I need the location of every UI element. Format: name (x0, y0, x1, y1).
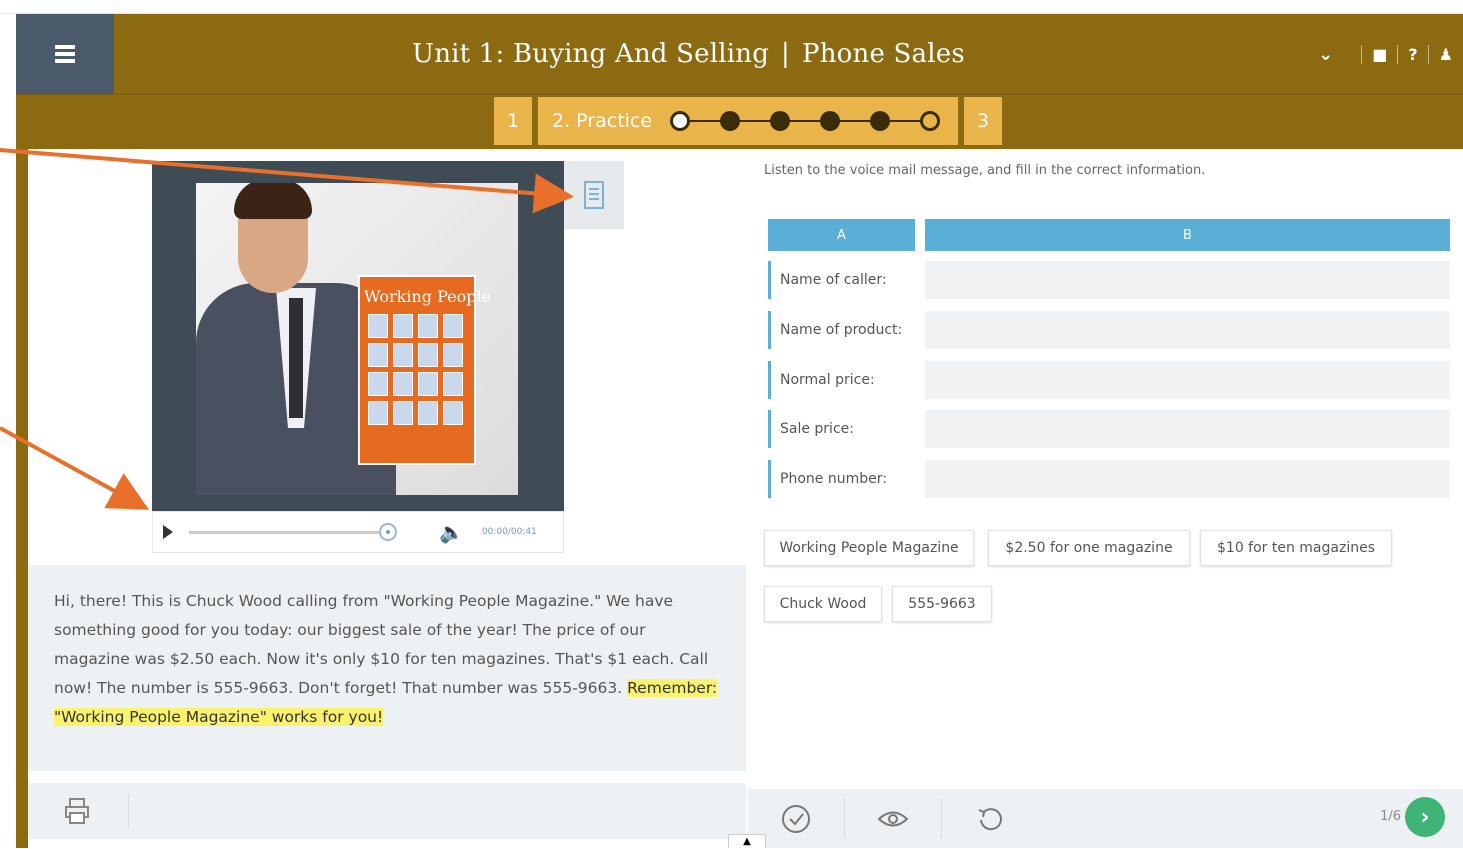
media-panel: Working People 🔈 00:00/00:41 Hi, there! … (28, 149, 746, 848)
header-icons: ⌄ ■ ? ♟ (1318, 14, 1463, 94)
window-top-strip (0, 0, 1463, 14)
person-hair (234, 183, 312, 219)
row-label: Name of caller: (768, 261, 915, 299)
undo-icon (978, 807, 1002, 830)
answer-chip[interactable]: Chuck Wood (764, 586, 882, 622)
transcript-body: Hi, there! This is Chuck Wood calling fr… (54, 592, 709, 697)
transcript-icon (584, 181, 604, 209)
unit-title: Unit 1: Buying And Selling (412, 39, 770, 69)
column-a-header: A (768, 219, 915, 251)
play-icon[interactable] (163, 525, 173, 539)
help-icon[interactable]: ? (1397, 44, 1427, 64)
row-label: Normal price: (768, 361, 915, 399)
seek-handle[interactable] (379, 522, 397, 541)
step-2-label: 2. Practice (552, 110, 653, 132)
step-2-tab[interactable]: 2. Practice (538, 97, 958, 145)
row-label: Phone number: (768, 460, 915, 498)
time-display: 00:00/00:41 (481, 527, 537, 537)
user-icon[interactable]: ♟ (1427, 44, 1463, 64)
answer-dropzone[interactable] (925, 261, 1450, 299)
progress-dot[interactable] (770, 111, 791, 131)
salesman-photo: Working People (196, 183, 518, 495)
answer-chip[interactable]: $10 for ten magazines (1200, 530, 1392, 566)
video-frame: Working People (152, 161, 564, 511)
progress-line (680, 120, 931, 122)
page-indicator: 1/6 (1380, 809, 1401, 824)
answer-chip[interactable]: $2.50 for one magazine (988, 530, 1190, 566)
collapse-tab[interactable]: ▲ (728, 834, 766, 848)
progress-dot[interactable] (870, 111, 891, 131)
print-icon[interactable] (64, 797, 90, 825)
answer-dropzone[interactable] (925, 460, 1450, 498)
volume-icon[interactable]: 🔈 (439, 520, 464, 544)
progress-dot[interactable] (920, 111, 941, 131)
answer-chip[interactable]: Working People Magazine (764, 530, 974, 566)
transcript-text: Hi, there! This is Chuck Wood calling fr… (28, 565, 746, 771)
lesson-name: Phone Sales (802, 39, 965, 69)
menu-button[interactable] (16, 14, 114, 94)
answer-dropzone[interactable] (925, 410, 1450, 448)
show-answer-button[interactable] (845, 789, 941, 848)
title-separator: | (781, 39, 791, 69)
progress-dot[interactable] (670, 111, 691, 131)
progress-dots (670, 109, 941, 133)
seek-bar[interactable] (189, 522, 397, 541)
lesson-header: Unit 1: Buying And Selling | Phone Sales… (16, 14, 1463, 94)
answer-dropzone[interactable] (925, 361, 1450, 399)
step-navigation: 1 2. Practice 3 (16, 94, 1463, 149)
progress-dot[interactable] (720, 111, 741, 131)
step-1-tab[interactable]: 1 (494, 97, 532, 145)
answer-dropzone[interactable] (925, 311, 1450, 349)
row-label: Sale price: (768, 410, 915, 448)
chevron-down-icon[interactable]: ⌄ (1318, 44, 1333, 65)
book-icon[interactable]: ■ (1361, 44, 1397, 64)
hamburger-icon (55, 42, 75, 66)
magazine-title: Working People (364, 287, 492, 306)
exercise-footer: 1/6 › (748, 789, 1463, 848)
exercise-instruction: Listen to the voice mail message, and fi… (764, 163, 1206, 178)
eye-icon (877, 811, 909, 826)
row-label: Name of product: (768, 311, 915, 349)
answer-chip[interactable]: 555-9663 (892, 586, 992, 622)
lesson-title: Unit 1: Buying And Selling | Phone Sales (114, 14, 1263, 94)
progress-dot[interactable] (820, 111, 841, 131)
magazine-faces (360, 310, 474, 429)
check-icon (782, 804, 810, 833)
print-toolbar (28, 783, 746, 839)
next-button[interactable]: › (1405, 797, 1445, 837)
column-b-header: B (925, 219, 1450, 251)
lesson-frame: Unit 1: Buying And Selling | Phone Sales… (16, 14, 1463, 848)
audio-player: 🔈 00:00/00:41 (152, 511, 564, 553)
exercise-panel: Listen to the voice mail message, and fi… (748, 149, 1463, 848)
person-tie (289, 298, 303, 418)
reset-button[interactable] (942, 789, 1038, 848)
step-3-tab[interactable]: 3 (964, 97, 1002, 145)
transcript-toggle-button[interactable] (564, 161, 624, 229)
toolbar-divider (128, 793, 129, 829)
magazine-cover: Working People (358, 275, 492, 465)
left-border (16, 149, 28, 848)
